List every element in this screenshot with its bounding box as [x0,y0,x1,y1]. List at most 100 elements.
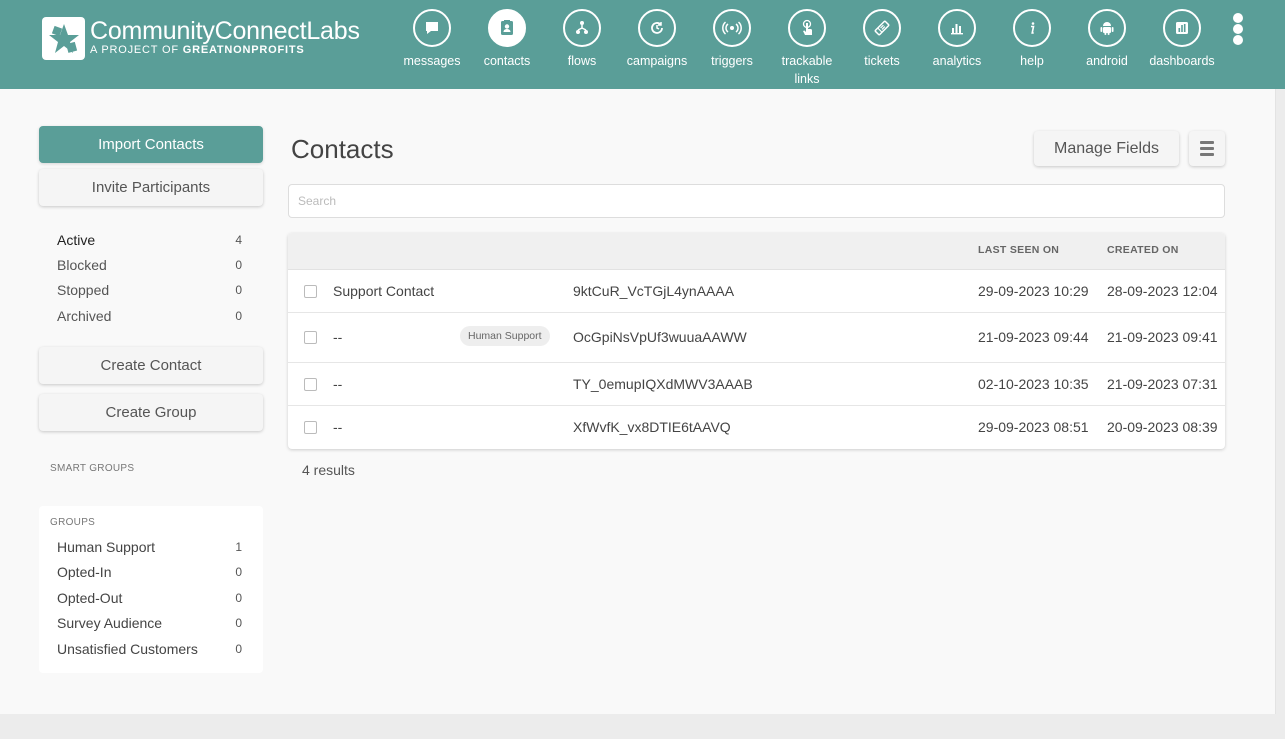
contact-urn: 9ktCuR_VcTGjL4ynAAAA [573,283,735,299]
contact-urn: TY_0emupIQXdMWV3AAAB [573,376,753,392]
nav-campaigns[interactable]: campaigns [617,9,697,70]
status-label: Stopped [57,282,110,299]
dashboard-icon [1163,9,1201,47]
search-input[interactable] [288,184,1225,218]
column-last-seen[interactable]: LAST SEEN ON [978,244,1059,256]
contact-name: -- [333,376,343,392]
brand-logo[interactable]: CommunityConnectLabs A PROJECT OF GREATN… [42,17,360,60]
import-contacts-button[interactable]: Import Contacts [39,126,263,163]
row-checkbox[interactable] [304,331,317,344]
table-header: LAST SEEN ON CREATED ON [288,233,1225,270]
page-title: Contacts [291,134,394,164]
footer-bar [0,714,1285,739]
contact-last-seen: 29-09-2023 08:51 [978,419,1089,435]
nav-label: tickets [864,54,900,68]
contact-last-seen: 02-10-2023 10:35 [978,376,1089,392]
group-item-opted-out[interactable]: Opted-Out 0 [57,585,242,611]
more-menu-icon[interactable] [1231,13,1245,46]
status-count: 0 [235,283,242,298]
group-item-unsatisfied-customers[interactable]: Unsatisfied Customers 0 [57,636,242,662]
nav-label: triggers [711,54,753,68]
contact-urn: XfWvfK_vx8DTIE6tAAVQ [573,419,731,435]
nav-label: flows [567,54,597,68]
group-item-human-support[interactable]: Human Support 1 [57,534,242,560]
nav-label: trackable links [781,54,833,86]
vertical-scrollbar[interactable] [1275,89,1285,714]
nav-help[interactable]: help [992,9,1072,70]
nav-trackable-links[interactable]: trackable links [767,9,847,88]
brand-tagline: A PROJECT OF GREATNONPROFITS [90,44,305,56]
info-icon [1013,9,1051,47]
status-count: 0 [235,257,242,272]
nav-analytics[interactable]: analytics [917,9,997,70]
nav-label: messages [403,54,461,68]
column-created[interactable]: CREATED ON [1107,244,1179,256]
pointer-hand-icon [788,9,826,47]
group-item-survey-audience[interactable]: Survey Audience 0 [57,611,242,637]
ticket-icon [863,9,901,47]
nav-label: help [1020,54,1044,68]
logo-star-icon [42,17,85,60]
group-label: Human Support [57,538,156,555]
nav-android[interactable]: android [1067,9,1147,70]
nav-messages[interactable]: messages [392,9,472,70]
create-group-button[interactable]: Create Group [39,394,263,431]
group-label: Unsatisfied Customers [57,640,198,657]
group-item-opted-in[interactable]: Opted-In 0 [57,560,242,586]
contact-created: 21-09-2023 09:41 [1107,329,1218,345]
status-count: 4 [235,232,242,247]
nav-label: contacts [483,54,531,68]
nav-flows[interactable]: flows [542,9,622,70]
groups-panel: GROUPS Human Support 1 Opted-In 0 Opted-… [39,506,263,673]
status-count: 0 [235,308,242,323]
flow-tree-icon [563,9,601,47]
group-tag[interactable]: Human Support [460,326,550,346]
group-count: 0 [235,590,242,605]
nav-contacts[interactable]: contacts [467,9,547,70]
row-checkbox[interactable] [304,285,317,298]
contact-name: Support Contact [333,283,435,299]
manage-fields-button[interactable]: Manage Fields [1034,131,1179,166]
contact-card-icon [488,9,526,47]
status-filter-list: Active 4 Blocked 0 Stopped 0 Archived 0 [57,227,242,328]
chat-bubble-icon [413,9,451,47]
nav-dashboards[interactable]: dashboards [1142,9,1222,70]
results-count: 4 results [302,462,355,478]
nav-label: campaigns [626,54,688,68]
contacts-table: LAST SEEN ON CREATED ON Support Contact … [288,233,1225,449]
group-label: Opted-In [57,564,112,581]
table-row[interactable]: -- Human Support OcGpiNsVpUf3wuuaAAWW 21… [288,313,1225,363]
table-row[interactable]: -- TY_0emupIQXdMWV3AAAB 02-10-2023 10:35… [288,363,1225,406]
contact-name: -- [333,419,343,435]
contact-name: -- [333,329,343,345]
status-label: Active [57,231,96,248]
groups-heading: GROUPS [50,517,96,528]
table-row[interactable]: -- XfWvfK_vx8DTIE6tAAVQ 29-09-2023 08:51… [288,406,1225,449]
nav-triggers[interactable]: triggers [692,9,772,70]
status-item-blocked[interactable]: Blocked 0 [57,252,242,277]
nav-label: dashboards [1149,54,1215,68]
bar-chart-icon [938,9,976,47]
contact-urn: OcGpiNsVpUf3wuuaAAWW [573,329,747,345]
status-item-active[interactable]: Active 4 [57,227,242,252]
contact-last-seen: 21-09-2023 09:44 [978,329,1089,345]
create-contact-button[interactable]: Create Contact [39,347,263,384]
row-checkbox[interactable] [304,421,317,434]
group-count: 0 [235,565,242,580]
status-item-archived[interactable]: Archived 0 [57,303,242,328]
nav-tickets[interactable]: tickets [842,9,922,70]
smart-groups-heading: SMART GROUPS [50,463,135,474]
table-row[interactable]: Support Contact 9ktCuR_VcTGjL4ynAAAA 29-… [288,270,1225,313]
nav-label: analytics [932,54,982,68]
group-count: 0 [235,641,242,656]
group-count: 0 [235,616,242,631]
invite-participants-button[interactable]: Invite Participants [39,169,263,206]
list-menu-icon[interactable] [1189,131,1225,166]
status-item-stopped[interactable]: Stopped 0 [57,278,242,303]
status-label: Blocked [57,256,107,273]
top-navbar: CommunityConnectLabs A PROJECT OF GREATN… [0,0,1285,89]
brand-name: CommunityConnectLabs [90,17,360,45]
row-checkbox[interactable] [304,378,317,391]
contact-last-seen: 29-09-2023 10:29 [978,283,1089,299]
status-label: Archived [57,307,112,324]
